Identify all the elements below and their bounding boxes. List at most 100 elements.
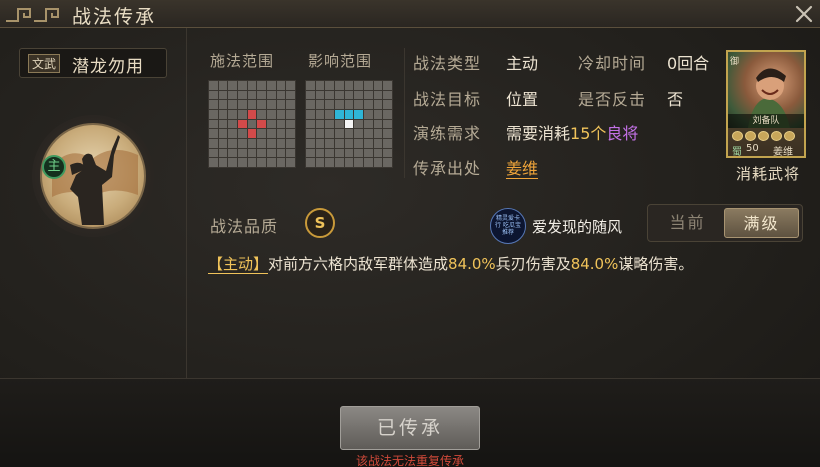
range-cell: [325, 119, 334, 129]
desc-value1: 84.0%: [448, 255, 496, 273]
range-cell: [286, 129, 295, 138]
cooldown-label: 冷却时间: [578, 54, 647, 73]
general-card[interactable]: 御 刘备队 蜀 50 姜维: [726, 50, 806, 158]
target-value: 位置: [506, 90, 539, 109]
title-bar: 战法传承: [0, 0, 820, 28]
range-cell: [344, 119, 354, 129]
general-faction: 蜀: [732, 147, 742, 158]
range-cell: [335, 129, 344, 138]
range-cell: [354, 119, 363, 129]
range-cell: [325, 148, 334, 158]
range-cell: [247, 90, 257, 100]
range-cell: [364, 110, 373, 119]
window-title: 战法传承: [72, 6, 157, 28]
train-requirement: 需要消耗15个良将: [506, 120, 638, 144]
range-cell: [383, 129, 392, 138]
range-cell: [209, 139, 218, 148]
range-cell: [315, 148, 325, 158]
range-cell: [344, 129, 354, 138]
range-cell: [257, 158, 266, 167]
range-cell: [315, 81, 325, 90]
range-cell: [276, 148, 286, 158]
source-value-wrap: 姜维: [506, 155, 539, 179]
range-cell: [247, 119, 257, 129]
range-cell: [383, 81, 392, 90]
general-card-caption: 消耗武将: [735, 165, 800, 183]
range-cell: [373, 90, 383, 100]
desc-value2: 84.0%: [570, 255, 619, 273]
range-cell: [209, 81, 218, 90]
range-cell: [315, 110, 325, 119]
range-cell: [364, 158, 373, 167]
range-cell: [373, 100, 383, 109]
watermark-text: 爱发现的随风: [532, 218, 623, 236]
close-icon[interactable]: [792, 2, 816, 26]
toggle-max[interactable]: 满级: [724, 208, 799, 238]
range-cell: [364, 139, 373, 148]
range-cell: [286, 119, 295, 129]
range-cell: [354, 100, 363, 109]
range-cell: [325, 100, 334, 109]
range-cell: [306, 110, 315, 119]
range-cell: [218, 139, 228, 148]
range-cell: [286, 110, 295, 119]
range-cell: [383, 139, 392, 148]
inherited-button[interactable]: 已传承: [340, 406, 480, 450]
range-cell: [209, 119, 218, 129]
range-cell: [209, 148, 218, 158]
range-cell: [238, 148, 247, 158]
range-cell: [257, 129, 266, 138]
range-cell: [373, 81, 383, 90]
range-cell: [218, 100, 228, 109]
range-cell: [315, 100, 325, 109]
type-value: 主动: [506, 54, 539, 73]
range-cell: [325, 139, 334, 148]
range-cell: [344, 110, 354, 119]
range-cell: [218, 119, 228, 129]
range-cell: [286, 81, 295, 90]
range-cell: [267, 129, 276, 138]
range-cell: [335, 119, 344, 129]
range-cell: [286, 100, 295, 109]
source-general-link[interactable]: 姜维: [506, 159, 539, 179]
general-team: 刘备队: [728, 114, 804, 128]
range-cell: [286, 148, 295, 158]
range-cell: [228, 158, 237, 167]
range-cell: [325, 110, 334, 119]
skill-name-box: 文武 潜龙勿用: [19, 48, 167, 78]
quality-grade-badge: S: [305, 208, 335, 238]
skill-description: 【主动】对前方六格内敌军群体造成84.0%兵刃伤害及84.0%谋略伤害。: [208, 253, 693, 274]
range-cell: [228, 148, 237, 158]
level-toggle: 当前 满级: [647, 204, 803, 242]
range-cell: [247, 158, 257, 167]
desc-part2: 兵刃伤害及: [495, 255, 571, 273]
star-icon: [771, 131, 782, 141]
cast-range-grid: [208, 80, 296, 168]
range-cell: [267, 90, 276, 100]
range-cell: [354, 129, 363, 138]
quality-label: 战法品质: [210, 217, 279, 236]
watermark: 精灵爱卡行 吃瓜宝推荐 爱发现的随风: [490, 208, 635, 244]
range-cell: [257, 110, 266, 119]
range-cell: [228, 110, 237, 119]
range-cell: [335, 148, 344, 158]
range-cell: [209, 100, 218, 109]
range-cell: [383, 100, 392, 109]
range-cell: [306, 158, 315, 167]
range-cell: [257, 81, 266, 90]
toggle-current[interactable]: 当前: [651, 208, 724, 238]
range-cell: [257, 119, 266, 129]
skill-type-tag: 文武: [28, 54, 61, 73]
train-item: 良将: [606, 124, 639, 143]
range-cell: [247, 81, 257, 90]
general-level: 50: [746, 143, 759, 154]
range-cell: [383, 110, 392, 119]
range-cell: [286, 158, 295, 167]
range-cell: [315, 158, 325, 167]
range-cell: [276, 100, 286, 109]
range-cell: [276, 110, 286, 119]
range-cell: [257, 90, 266, 100]
type-label: 战法类型: [413, 54, 482, 73]
range-cell: [267, 158, 276, 167]
train-label: 演练需求: [413, 124, 482, 143]
